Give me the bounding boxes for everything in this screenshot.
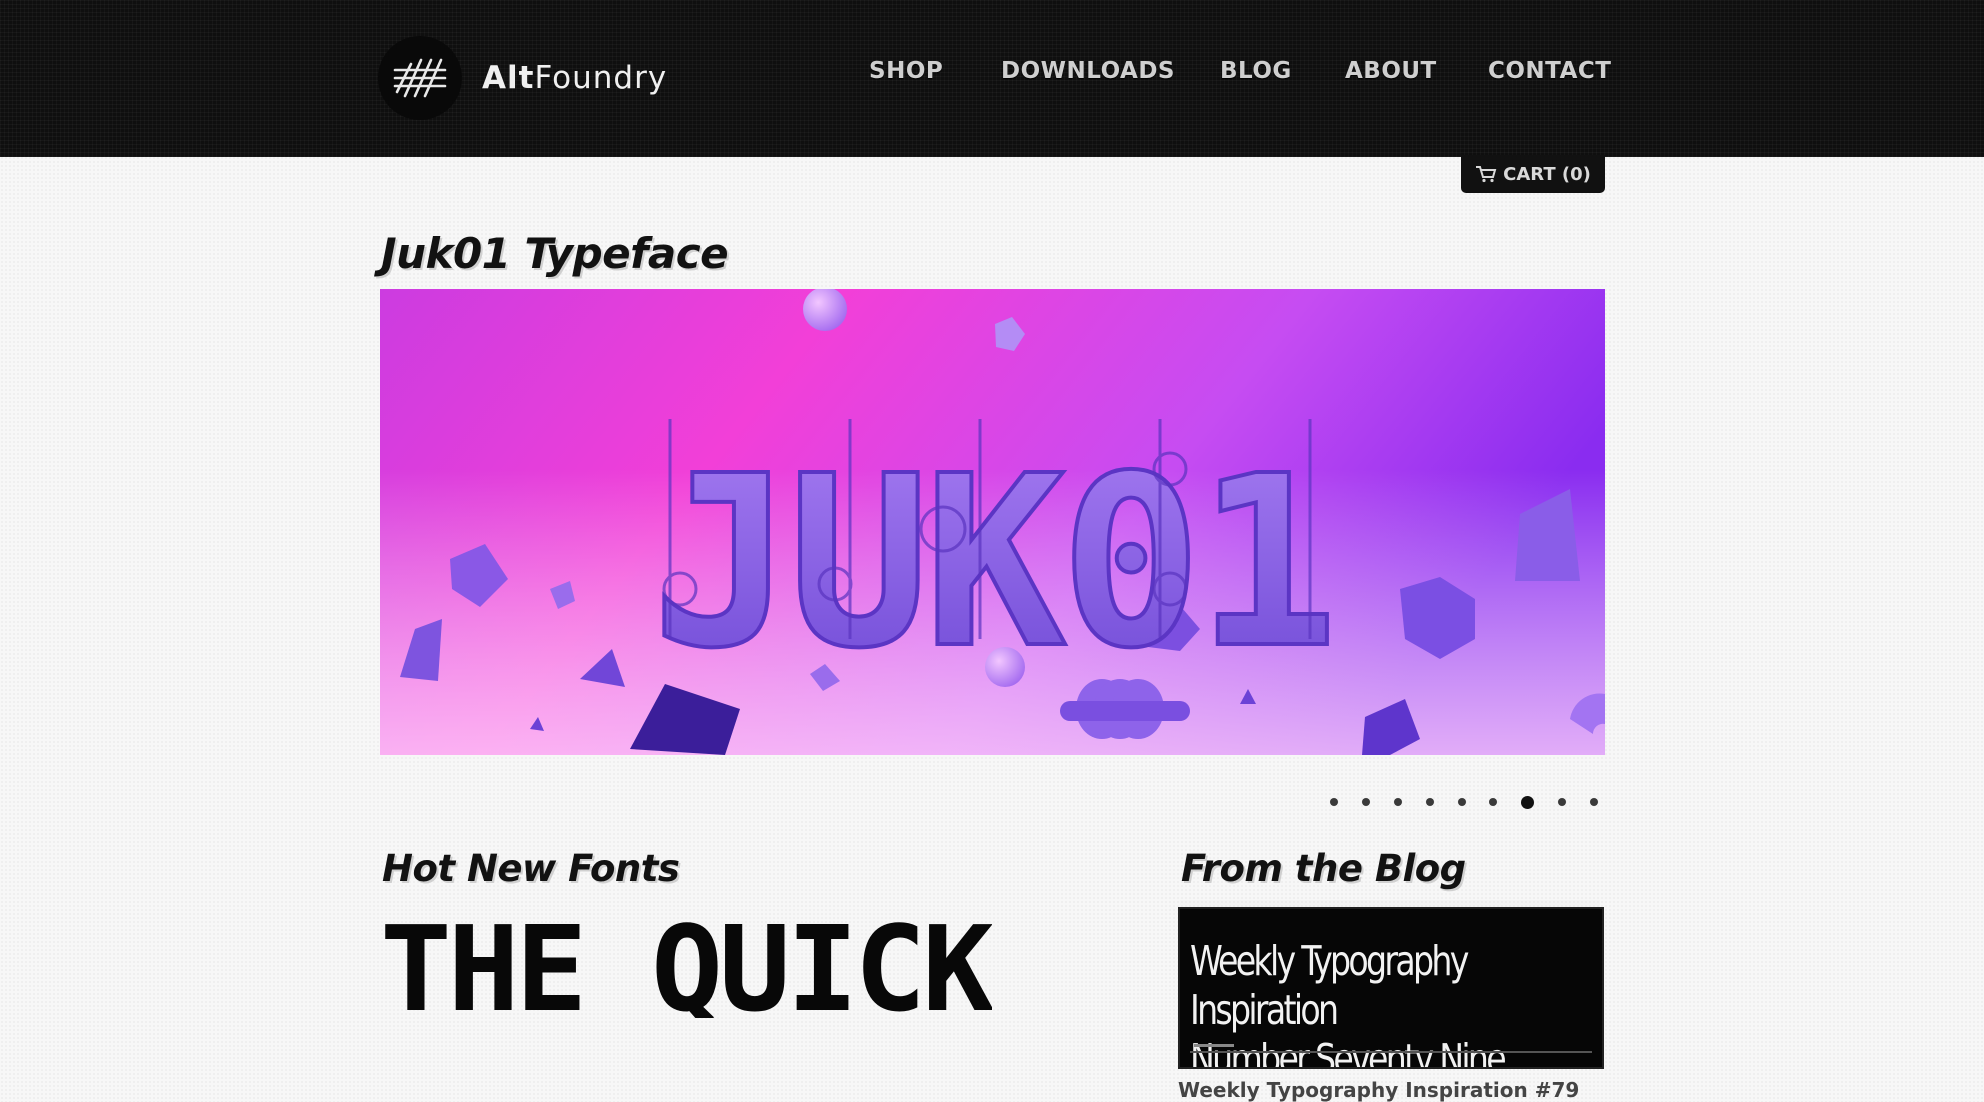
slider-dot[interactable] — [1425, 798, 1434, 806]
specimen-text: THE QUICK — [380, 918, 992, 1018]
slider-pagination — [1330, 795, 1598, 809]
banner-juk01-text: JUK01 — [652, 425, 1332, 700]
hot-new-fonts-heading: Hot New Fonts — [382, 847, 680, 890]
featured-title: Juk01 Typeface — [381, 229, 729, 278]
cart-label: CART (0) — [1503, 163, 1591, 185]
slider-dot[interactable] — [1457, 798, 1466, 806]
slider-dot[interactable] — [1393, 798, 1402, 806]
slider-dot[interactable] — [1590, 798, 1598, 806]
blog-post-title[interactable]: Weekly Typography Inspiration #79 — [1178, 1078, 1579, 1102]
blog-heading: From the Blog — [1181, 847, 1466, 890]
cart-icon — [1476, 166, 1497, 183]
thumb-divider — [1190, 1051, 1592, 1053]
main-nav: SHOP DOWNLOADS BLOG ABOUT CONTACT — [0, 58, 1984, 94]
blog-post-thumbnail[interactable]: Weekly Typography Inspiration Number Sev… — [1178, 907, 1604, 1069]
slider-dot[interactable] — [1558, 798, 1567, 806]
hot-font-specimen[interactable]: THE QUICK — [380, 900, 998, 1038]
site-header: AltFoundry SHOP DOWNLOADS BLOG ABOUT CON… — [0, 0, 1984, 157]
slider-dot-active[interactable] — [1521, 795, 1535, 809]
nav-contact[interactable]: CONTACT — [1488, 58, 1611, 84]
blog-thumb-title: Weekly Typography Inspiration Number Sev… — [1190, 937, 1507, 1069]
thumb-accent — [1194, 1044, 1234, 1047]
slider-dot[interactable] — [1361, 798, 1370, 806]
nav-downloads[interactable]: DOWNLOADS — [1001, 58, 1175, 84]
nav-shop[interactable]: SHOP — [869, 58, 943, 84]
slider-dot[interactable] — [1330, 798, 1338, 806]
slider-dot[interactable] — [1489, 798, 1498, 806]
nav-about[interactable]: ABOUT — [1345, 58, 1437, 84]
featured-banner[interactable]: JUK01 — [380, 289, 1605, 755]
nav-blog[interactable]: BLOG — [1220, 58, 1292, 84]
cart-button[interactable]: CART (0) — [1461, 155, 1605, 193]
